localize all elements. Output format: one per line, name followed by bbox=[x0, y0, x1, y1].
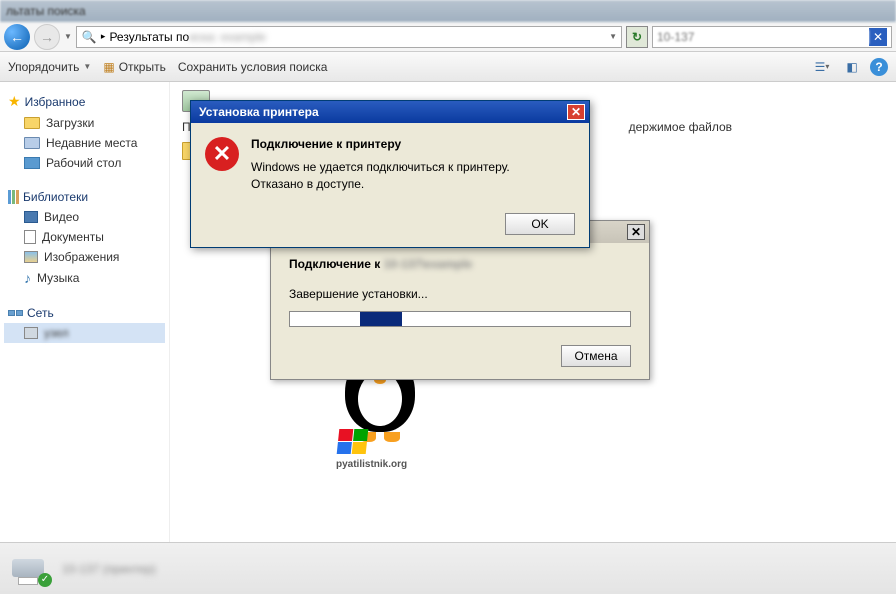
open-button[interactable]: ▦ Открыть bbox=[103, 60, 165, 74]
ok-button[interactable]: OK bbox=[505, 213, 575, 235]
desktop-icon bbox=[24, 157, 40, 169]
status-bar: ✓ 10-137 (принтер) bbox=[0, 542, 896, 594]
star-icon: ★ bbox=[8, 93, 21, 110]
dialog-title: Установка принтера bbox=[199, 105, 319, 119]
save-search-label: Сохранить условия поиска bbox=[178, 60, 328, 74]
refresh-icon: ↻ bbox=[632, 30, 642, 44]
x-icon: ✕ bbox=[873, 30, 883, 44]
chevron-right-icon: ▸ bbox=[101, 31, 106, 42]
history-dropdown-icon[interactable]: ▼ bbox=[64, 32, 72, 41]
arrow-right-icon: → bbox=[40, 29, 54, 45]
dialog-titlebar[interactable]: Установка принтера ✕ bbox=[191, 101, 589, 123]
refresh-button[interactable]: ↻ bbox=[626, 26, 648, 48]
navigation-bar: ← → ▼ 🔍 ▸ Результаты поиска: example ▼ ↻… bbox=[0, 22, 896, 52]
organize-menu[interactable]: Упорядочить ▼ bbox=[8, 60, 91, 74]
pane-icon: ◧ bbox=[846, 60, 857, 74]
sidebar-item-downloads[interactable]: Загрузки bbox=[4, 113, 165, 133]
organize-label: Упорядочить bbox=[8, 60, 79, 74]
document-icon bbox=[24, 230, 36, 244]
video-icon bbox=[24, 211, 38, 223]
status-text: 10-137 (принтер) bbox=[62, 562, 156, 576]
close-button[interactable]: ✕ bbox=[567, 104, 585, 120]
list-icon: ☰ bbox=[815, 60, 826, 74]
sidebar-item-desktop[interactable]: Рабочий стол bbox=[4, 153, 165, 173]
search-icon: 🔍 bbox=[81, 29, 97, 45]
error-icon: ✕ bbox=[205, 137, 239, 171]
open-label: Открыть bbox=[119, 60, 166, 74]
image-icon bbox=[24, 251, 38, 263]
printer-install-error-dialog: Установка принтера ✕ ✕ Подключение к при… bbox=[190, 100, 590, 248]
printer-icon: ✓ bbox=[12, 553, 52, 585]
search-box[interactable]: ✕ bbox=[652, 26, 892, 48]
cancel-button[interactable]: Отмена bbox=[561, 345, 631, 367]
sidebar-item-images[interactable]: Изображения bbox=[4, 247, 165, 267]
network-icon bbox=[8, 310, 23, 316]
navigation-sidebar: ★Избранное Загрузки Недавние места Рабоч… bbox=[0, 82, 170, 542]
sidebar-item-music[interactable]: ♪Музыка bbox=[4, 267, 165, 289]
windows-flag-icon bbox=[337, 429, 369, 454]
search-input[interactable] bbox=[657, 30, 869, 44]
arrow-left-icon: ← bbox=[10, 29, 24, 45]
progress-bar bbox=[289, 311, 631, 327]
check-icon: ✓ bbox=[38, 573, 52, 587]
folder-icon bbox=[24, 137, 40, 149]
close-button[interactable]: ✕ bbox=[627, 224, 645, 240]
open-icon: ▦ bbox=[103, 60, 114, 74]
window-titlebar: льтаты поиска bbox=[0, 0, 896, 22]
music-icon: ♪ bbox=[24, 270, 31, 286]
libraries-icon bbox=[8, 190, 19, 204]
close-icon: ✕ bbox=[571, 105, 581, 119]
sidebar-item-recent[interactable]: Недавние места bbox=[4, 133, 165, 153]
progress-status: Завершение установки... bbox=[289, 287, 631, 301]
forward-button[interactable]: → bbox=[34, 24, 60, 50]
chevron-down-icon: ▾ bbox=[825, 62, 829, 71]
address-dropdown-icon[interactable]: ▼ bbox=[609, 32, 617, 41]
sidebar-item-video[interactable]: Видео bbox=[4, 207, 165, 227]
chevron-down-icon: ▼ bbox=[83, 62, 91, 71]
favorites-heading[interactable]: ★Избранное bbox=[4, 90, 165, 113]
dialog-heading: Подключение к 10-137\example bbox=[289, 257, 631, 271]
save-search-button[interactable]: Сохранить условия поиска bbox=[178, 60, 328, 74]
libraries-heading[interactable]: Библиотеки bbox=[4, 187, 165, 207]
clear-search-button[interactable]: ✕ bbox=[869, 28, 887, 46]
close-icon: ✕ bbox=[631, 225, 641, 239]
preview-pane-button[interactable]: ◧ bbox=[840, 57, 864, 77]
back-button[interactable]: ← bbox=[4, 24, 30, 50]
mascot-label: pyatilistnik.org bbox=[336, 459, 407, 470]
window-title: льтаты поиска bbox=[6, 4, 86, 18]
address-text: Результаты поиска: example bbox=[109, 30, 266, 44]
sidebar-item-documents[interactable]: Документы bbox=[4, 227, 165, 247]
folder-icon bbox=[24, 117, 40, 129]
sidebar-item-network-node[interactable]: узел bbox=[4, 323, 165, 343]
network-heading[interactable]: Сеть bbox=[4, 303, 165, 323]
view-mode-button[interactable]: ☰▾ bbox=[810, 57, 834, 77]
help-button[interactable]: ? bbox=[870, 58, 888, 76]
error-message: Windows не удается подключиться к принте… bbox=[251, 159, 575, 193]
command-toolbar: Упорядочить ▼ ▦ Открыть Сохранить услови… bbox=[0, 52, 896, 82]
address-bar[interactable]: 🔍 ▸ Результаты поиска: example ▼ bbox=[76, 26, 622, 48]
computer-icon bbox=[24, 327, 38, 339]
file-contents-hint: держимое файлов bbox=[629, 120, 732, 134]
help-icon: ? bbox=[875, 60, 882, 74]
error-heading: Подключение к принтеру bbox=[251, 137, 575, 151]
